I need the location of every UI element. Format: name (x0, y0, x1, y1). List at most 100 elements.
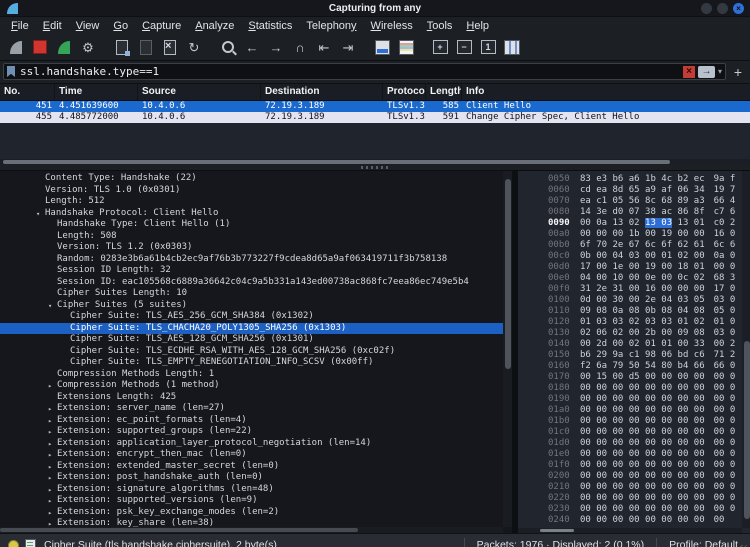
go-first-packet-button[interactable]: ⇤ (312, 36, 336, 58)
stop-capture-button[interactable] (28, 36, 52, 58)
detail-line[interactable]: Compression Methods Length: 1 (0, 369, 503, 381)
hex-bytes[interactable]: 0b 00 04 03 00 01 02 00 (580, 251, 705, 261)
detail-line[interactable]: ▸Extension: encrypt_then_mac (len=0) (0, 449, 503, 461)
filter-dropdown-caret-icon[interactable]: ▾ (718, 67, 722, 76)
detail-line[interactable]: ▸Extension: key_share (len=38) (0, 518, 503, 527)
detail-line[interactable]: Handshake Type: Client Hello (1) (0, 219, 503, 231)
hex-row-0120[interactable]: 012001 03 03 02 03 03 01 0201 0 (548, 317, 742, 328)
hex-bytes[interactable]: 01 03 03 02 03 03 01 02 (580, 317, 705, 327)
status-profile[interactable]: Profile: Default (657, 539, 750, 547)
go-forward-button[interactable]: → (264, 36, 288, 58)
hex-bytes[interactable]: 00 00 00 00 00 00 00 00 (580, 504, 705, 514)
detail-line[interactable]: Content Type: Handshake (22) (0, 173, 503, 185)
menu-tools[interactable]: Tools (420, 20, 460, 32)
menu-statistics[interactable]: Statistics (241, 20, 299, 32)
open-file-button[interactable] (110, 36, 134, 58)
detail-line[interactable]: Cipher Suite: TLS_EMPTY_RENEGOTIATION_IN… (0, 357, 503, 369)
detail-line[interactable]: ▸Extension: post_handshake_auth (len=0) (0, 472, 503, 484)
go-to-packet-button[interactable]: ∩ (288, 36, 312, 58)
hex-row-0150[interactable]: 0150b6 29 9a c1 98 06 bd c671 2 (548, 350, 742, 361)
menu-file[interactable]: File (4, 20, 36, 32)
menu-wireless[interactable]: Wireless (364, 20, 420, 32)
detail-line[interactable]: Session ID Length: 32 (0, 265, 503, 277)
column-header-length[interactable]: Length (426, 84, 462, 100)
hex-bytes[interactable]: 00 00 00 00 00 00 00 00 (580, 449, 705, 459)
hex-bytes[interactable]: 6f 70 2e 67 6c 6f 62 61 (580, 240, 705, 250)
hex-bytes[interactable]: 00 2d 00 02 01 01 00 33 (580, 339, 705, 349)
filter-query-text[interactable]: ssl.handshake.type==1 (20, 65, 683, 78)
hex-bytes[interactable]: 00 00 00 00 00 00 00 00 (580, 405, 705, 415)
hex-row-00e0[interactable]: 00e004 00 10 00 0e 00 0c 0268 3 (548, 273, 742, 284)
hex-row-0200[interactable]: 020000 00 00 00 00 00 00 0000 0 (548, 471, 742, 482)
display-filter-input[interactable]: ssl.handshake.type==1 × → ▾ (3, 63, 726, 80)
hex-row-0080[interactable]: 008014 3e d0 07 38 ac 86 8fc7 6 (548, 207, 742, 218)
resize-columns-button[interactable] (500, 36, 524, 58)
hex-row-00b0[interactable]: 00b06f 70 2e 67 6c 6f 62 616c 6 (548, 240, 742, 251)
hex-row-0180[interactable]: 018000 00 00 00 00 00 00 0000 0 (548, 383, 742, 394)
zoom-in-button[interactable]: + (428, 36, 452, 58)
detail-line[interactable]: Random: 0283e3b6a61b4cb2ec9af76b3b773227… (0, 254, 503, 266)
hex-row-01b0[interactable]: 01b000 00 00 00 00 00 00 0000 0 (548, 416, 742, 427)
collapsed-arrow-icon[interactable]: ▸ (48, 519, 52, 527)
reload-file-button[interactable]: ↻ (182, 36, 206, 58)
start-capture-button[interactable] (4, 36, 28, 58)
close-file-button[interactable] (158, 36, 182, 58)
hex-bytes[interactable]: 14 3e d0 07 38 ac 86 8f (580, 207, 705, 217)
hex-row-01e0[interactable]: 01e000 00 00 00 00 00 00 0000 0 (548, 449, 742, 460)
hex-bytes[interactable]: 00 00 00 00 00 00 00 00 (580, 482, 705, 492)
detail-line[interactable]: ▸Extension: signature_algorithms (len=48… (0, 484, 503, 496)
detail-line[interactable]: Session ID: eac105568c6889a36642c04c9a5b… (0, 277, 503, 289)
hex-bytes[interactable]: b6 29 9a c1 98 06 bd c6 (580, 350, 705, 360)
detail-line[interactable]: Cipher Suite: TLS_CHACHA20_POLY1305_SHA2… (0, 323, 503, 335)
hex-row-01c0[interactable]: 01c000 00 00 00 00 00 00 0000 0 (548, 427, 742, 438)
menu-go[interactable]: Go (106, 20, 135, 32)
hex-row-0090[interactable]: 009000 0a 13 02 13 03 13 01c0 2 (548, 218, 742, 229)
zoom-out-button[interactable]: − (452, 36, 476, 58)
hex-row-00f0[interactable]: 00f031 2e 31 00 16 00 00 0017 0 (548, 284, 742, 295)
detail-line[interactable]: ▸Compression Methods (1 method) (0, 380, 503, 392)
hex-row-00d0[interactable]: 00d017 00 1e 00 19 00 18 0100 0 (548, 262, 742, 273)
hex-bytes[interactable]: 04 00 10 00 0e 00 0c 02 (580, 273, 705, 283)
detail-line[interactable]: Cipher Suite: TLS_ECDHE_RSA_WITH_AES_128… (0, 346, 503, 358)
detail-line[interactable]: Version: TLS 1.0 (0x0301) (0, 185, 503, 197)
zoom-100-button[interactable]: 1 (476, 36, 500, 58)
colorize-packets-button[interactable] (394, 36, 418, 58)
detail-line[interactable]: Cipher Suites Length: 10 (0, 288, 503, 300)
detail-line[interactable]: Version: TLS 1.2 (0x0303) (0, 242, 503, 254)
expert-info-icon[interactable] (8, 540, 19, 547)
detail-line[interactable]: Extensions Length: 425 (0, 392, 503, 404)
hex-bytes[interactable]: 00 00 00 00 00 00 00 00 (580, 471, 705, 481)
hex-selected-bytes[interactable]: 13 03 (645, 218, 672, 228)
filter-add-button[interactable]: + (730, 64, 746, 80)
capture-options-button[interactable]: ⚙ (76, 36, 100, 58)
detail-line[interactable]: ▸Extension: server_name (len=27) (0, 403, 503, 415)
hex-row-00c0[interactable]: 00c00b 00 04 03 00 01 02 000a 0 (548, 251, 742, 262)
menu-analyze[interactable]: Analyze (188, 20, 241, 32)
close-button[interactable]: × (733, 3, 744, 14)
hex-row-00a0[interactable]: 00a000 00 00 1b 00 19 00 0016 0 (548, 229, 742, 240)
hex-row-01a0[interactable]: 01a000 00 00 00 00 00 00 0000 0 (548, 405, 742, 416)
hex-bytes[interactable]: cd ea 8d 65 a9 af 06 34 (580, 185, 705, 195)
hex-bytes[interactable]: 83 e3 b6 a6 1b 4c b2 ec (580, 174, 705, 184)
maximize-button[interactable] (717, 3, 728, 14)
detail-line[interactable]: ▸Extension: supported_groups (len=22) (0, 426, 503, 438)
auto-scroll-button[interactable] (370, 36, 394, 58)
column-header-time[interactable]: Time (55, 84, 138, 100)
hex-hscrollbar-thumb[interactable] (540, 529, 574, 532)
hex-vscrollbar[interactable] (742, 171, 750, 528)
column-header-destination[interactable]: Destination (261, 84, 383, 100)
hex-row-0210[interactable]: 021000 00 00 00 00 00 00 0000 0 (548, 482, 742, 493)
hex-bytes[interactable]: f2 6a 79 50 54 80 b4 66 (580, 361, 705, 371)
hex-bytes[interactable]: 00 00 00 1b 00 19 00 00 (580, 229, 705, 239)
hex-row-0100[interactable]: 01000d 00 30 00 2e 04 03 0503 0 (548, 295, 742, 306)
details-vscrollbar-thumb[interactable] (505, 179, 511, 369)
detail-line[interactable]: Cipher Suite: TLS_AES_256_GCM_SHA384 (0x… (0, 311, 503, 323)
go-back-button[interactable]: ← (240, 36, 264, 58)
hex-bytes[interactable]: 31 2e 31 00 16 00 00 00 (580, 284, 705, 294)
hex-row-0140[interactable]: 014000 2d 00 02 01 01 00 3300 2 (548, 339, 742, 350)
hex-row-01d0[interactable]: 01d000 00 00 00 00 00 00 0000 0 (548, 438, 742, 449)
hex-row-0230[interactable]: 023000 00 00 00 00 00 00 0000 0 (548, 504, 742, 515)
detail-line[interactable]: Length: 508 (0, 231, 503, 243)
column-header-source[interactable]: Source (138, 84, 261, 100)
detail-line[interactable]: ▸Extension: psk_key_exchange_modes (len=… (0, 507, 503, 519)
